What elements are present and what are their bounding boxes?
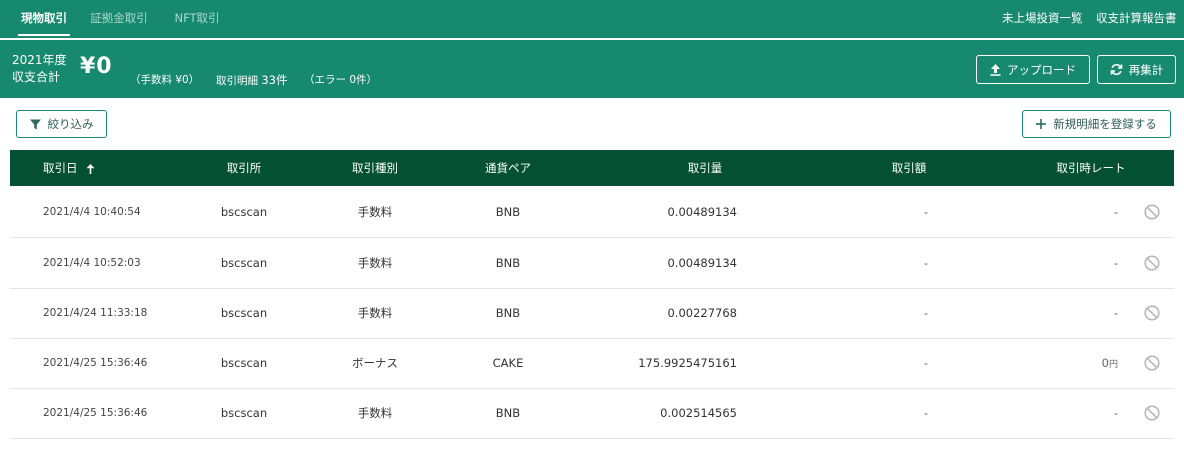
unlisted-investments-link[interactable]: 未上場投資一覧 [1002, 0, 1083, 38]
rate-value: - [1113, 256, 1118, 270]
header-exchange: 取引所 [226, 161, 262, 175]
header-type: 取引種別 [352, 161, 398, 175]
total-label: 収支合計 [12, 70, 61, 84]
rate-unit: 円 [1108, 360, 1118, 370]
rate-value: - [1113, 306, 1118, 320]
cell-exchange: bscscan [220, 306, 268, 320]
ban-icon[interactable] [1144, 204, 1160, 220]
cell-date: 2021/4/25 15:36:46 [43, 407, 148, 419]
cell-type: 手数料 [357, 306, 393, 320]
cell-date: 2021/4/4 10:52:03 [43, 257, 141, 269]
cell-date: 2021/4/24 11:33:18 [43, 307, 148, 319]
header-date[interactable]: 取引日 [43, 150, 95, 186]
rate-value: - [1113, 205, 1118, 219]
table-row[interactable]: 2021/4/25 15:36:46 bscscan 手数料 BNB 0.0025145… [10, 388, 1174, 439]
cell-exchange: bscscan [220, 406, 268, 420]
filter-label: 絞り込み [47, 117, 94, 131]
header-date-label: 取引日 [43, 161, 78, 175]
cell-rate: - [1114, 288, 1118, 338]
filter-button[interactable]: 絞り込み [16, 110, 107, 138]
header-quantity: 取引量 [687, 161, 723, 175]
table-row[interactable]: 2021/4/4 10:40:54 bscscan 手数料 BNB 0.00489134… [10, 187, 1174, 238]
cell-pair: CAKE [492, 356, 524, 370]
tab-nft-trading[interactable]: NFT取引 [171, 0, 223, 38]
cell-amount: - [923, 256, 928, 270]
cell-amount: - [923, 406, 928, 420]
cell-date: 2021/4/25 15:36:46 [43, 357, 148, 369]
table-row[interactable]: 2021/4/24 11:33:18 bscscan 手数料 BNB 0.0022776… [10, 288, 1174, 339]
transaction-count: 取引明細 33件 [216, 72, 287, 88]
cell-exchange: bscscan [220, 205, 268, 219]
header-amount: 取引額 [891, 161, 927, 175]
recalculate-label: 再集計 [1128, 62, 1164, 77]
cell-pair: BNB [495, 256, 521, 270]
cell-type: 手数料 [357, 256, 393, 270]
cell-rate: 0円 [1102, 338, 1118, 388]
error-count: （エラー 0件） [304, 74, 378, 86]
tab-spot-trading[interactable]: 現物取引 [18, 0, 70, 38]
filter-icon [29, 119, 41, 130]
fiscal-year-label: 2021年度 収支合計 [12, 52, 67, 86]
cell-amount: - [923, 205, 928, 219]
header-pair: 通貨ペア [485, 161, 531, 175]
cell-pair: BNB [495, 406, 521, 420]
cell-pair: BNB [495, 306, 521, 320]
count-label: 取引明細 [216, 75, 258, 87]
add-transaction-label: 新規明細を登録する [1053, 117, 1157, 131]
upload-button[interactable]: アップロード [976, 55, 1090, 84]
cell-quantity: 0.00227768 [667, 306, 737, 320]
cell-quantity: 0.00489134 [667, 256, 737, 270]
table-header: 取引日 取引所 取引種別 通貨ペア 取引量 取引額 取引時レート [10, 150, 1174, 186]
cell-type: 手数料 [357, 406, 393, 420]
rate-value: 0 [1101, 356, 1109, 370]
summary-band: 2021年度 収支合計 ¥0 （手数料 ¥0） 取引明細 33件 （エラー 0件… [0, 40, 1184, 98]
fee-summary: （手数料 ¥0） [130, 74, 200, 86]
tab-margin-trading[interactable]: 証拠金取引 [88, 0, 150, 38]
cell-exchange: bscscan [220, 356, 268, 370]
table-row[interactable]: 2021/4/4 10:52:03 bscscan 手数料 BNB 0.00489134… [10, 238, 1174, 289]
top-nav-bar: 現物取引 証拠金取引 NFT取引 未上場投資一覧 収支計算報告書 [0, 0, 1184, 39]
refresh-icon [1110, 63, 1123, 76]
cell-date: 2021/4/4 10:40:54 [43, 206, 141, 218]
ban-icon[interactable] [1144, 255, 1160, 271]
cell-rate: - [1114, 388, 1118, 438]
cell-rate: - [1114, 238, 1118, 288]
ban-icon[interactable] [1144, 405, 1160, 421]
add-transaction-button[interactable]: 新規明細を登録する [1022, 110, 1171, 138]
upload-icon [990, 63, 1001, 76]
header-rate: 取引時レート [1056, 161, 1126, 175]
recalculate-button[interactable]: 再集計 [1097, 55, 1176, 84]
cell-exchange: bscscan [220, 256, 268, 270]
arrow-up-icon [86, 163, 95, 174]
count-value: 33件 [261, 73, 288, 87]
cell-type: ボーナス [352, 356, 398, 370]
table-row[interactable]: 2021/4/25 15:36:46 bscscan ボーナス CAKE 175.992… [10, 338, 1174, 389]
cell-rate: - [1114, 187, 1118, 237]
year-label: 2021年度 [12, 53, 67, 67]
upload-label: アップロード [1007, 62, 1076, 77]
cell-pair: BNB [495, 205, 521, 219]
total-amount: ¥0 [80, 54, 113, 79]
cell-quantity: 0.00489134 [667, 205, 737, 219]
cell-type: 手数料 [357, 205, 393, 219]
income-report-link[interactable]: 収支計算報告書 [1096, 0, 1177, 38]
rate-value: - [1113, 406, 1118, 420]
ban-icon[interactable] [1144, 305, 1160, 321]
cell-quantity: 0.002514565 [660, 406, 737, 420]
ban-icon[interactable] [1144, 355, 1160, 371]
cell-amount: - [923, 306, 928, 320]
cell-quantity: 175.9925475161 [638, 356, 737, 370]
cell-amount: - [923, 356, 928, 370]
plus-icon [1036, 119, 1047, 129]
